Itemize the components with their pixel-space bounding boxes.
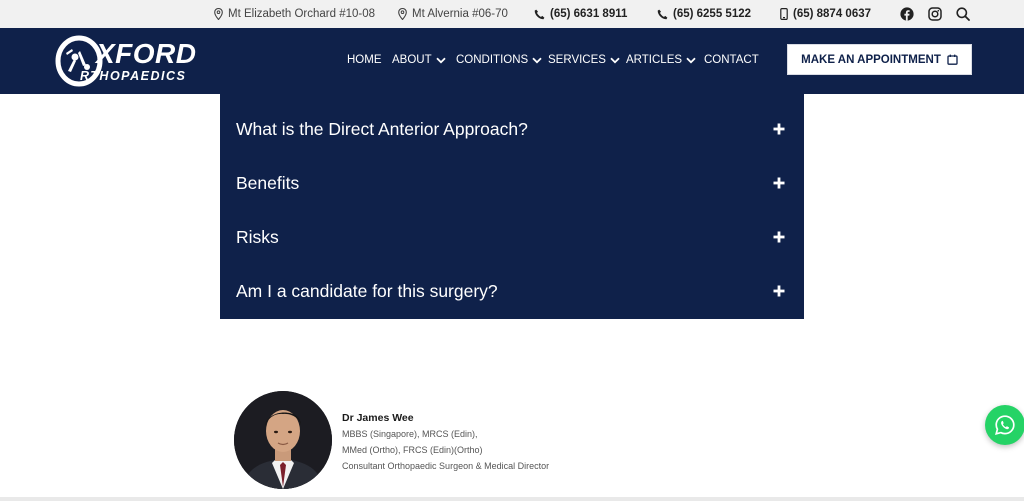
oxford-orthopaedics-logo[interactable]: XFORD RTHOPAEDICS — [54, 31, 204, 89]
accordion-item-risks[interactable]: Risks — [220, 210, 804, 264]
make-appointment-button[interactable]: MAKE AN APPOINTMENT — [787, 44, 972, 75]
map-pin-icon — [214, 8, 223, 20]
nav-services[interactable]: SERVICES — [548, 54, 620, 66]
plus-icon — [773, 285, 785, 297]
accordion-question: Risks — [236, 226, 279, 247]
location-elizabeth[interactable]: Mt Elizabeth Orchard #10-08 — [214, 0, 375, 28]
accordion-question: Am I a candidate for this surgery? — [236, 280, 498, 301]
nav-conditions[interactable]: CONDITIONS — [456, 54, 542, 66]
chevron-down-icon — [532, 57, 542, 63]
doctor-credentials-line1: MBBS (Singapore), MRCS (Edin), — [342, 429, 478, 439]
whatsapp-icon — [995, 415, 1015, 435]
phone-link-2[interactable]: (65) 6255 5122 — [657, 0, 751, 28]
chevron-down-icon — [686, 57, 696, 63]
nav-contact[interactable]: CONTACT — [704, 54, 759, 66]
plus-icon — [773, 177, 785, 189]
nav-articles-label: ARTICLES — [626, 54, 683, 66]
mobile-icon — [780, 8, 788, 20]
phone-icon — [534, 9, 545, 19]
mobile-text: (65) 8874 0637 — [793, 8, 872, 20]
plus-icon — [773, 123, 785, 135]
accordion-item-direct-anterior[interactable]: What is the Direct Anterior Approach? — [220, 102, 804, 156]
plus-icon — [773, 231, 785, 243]
whatsapp-chat-button[interactable] — [985, 405, 1024, 445]
accordion-question: Benefits — [236, 172, 300, 193]
chevron-down-icon — [610, 57, 620, 63]
calendar-icon — [947, 54, 958, 65]
phone-icon — [657, 9, 668, 19]
main-header: XFORD RTHOPAEDICS HOME ABOUT CONDITIONS … — [0, 28, 1024, 94]
nav-articles[interactable]: ARTICLES — [626, 54, 696, 66]
doctor-title: Consultant Orthopaedic Surgeon & Medical… — [342, 461, 550, 471]
doctor-credentials-line2: MMed (Ortho), FRCS (Edin)(Ortho) — [342, 445, 483, 455]
logo-subtitle: RTHOPAEDICS — [80, 69, 187, 83]
phone-link-1[interactable]: (65) 6631 8911 — [534, 0, 627, 28]
nav-contact-label: CONTACT — [704, 54, 759, 66]
location-text: Mt Elizabeth Orchard #10-08 — [228, 8, 376, 20]
nav-services-label: SERVICES — [548, 54, 606, 66]
accordion-item-benefits[interactable]: Benefits — [220, 156, 804, 210]
top-utility-bar: Mt Elizabeth Orchard #10-08 Mt Alvernia … — [0, 0, 1024, 28]
chevron-down-icon — [435, 57, 446, 63]
phone-text: (65) 6255 5122 — [673, 8, 752, 20]
nav-about-label: ABOUT — [392, 54, 432, 66]
accordion-item-candidate[interactable]: Am I a candidate for this surgery? — [220, 264, 804, 318]
nav-home-label: HOME — [347, 54, 382, 66]
doctor-avatar — [234, 391, 332, 489]
facebook-icon[interactable] — [897, 4, 917, 24]
appointment-label: MAKE AN APPOINTMENT — [801, 53, 941, 66]
accordion-question: What is the Direct Anterior Approach? — [236, 118, 528, 139]
page-bottom-divider — [0, 497, 1024, 501]
instagram-icon[interactable] — [925, 4, 945, 24]
faq-accordion: What is the Direct Anterior Approach? Be… — [220, 94, 804, 319]
location-alvernia[interactable]: Mt Alvernia #06-70 — [398, 0, 508, 28]
nav-home[interactable]: HOME — [347, 54, 382, 66]
map-pin-icon — [398, 8, 407, 20]
mobile-link[interactable]: (65) 8874 0637 — [780, 0, 871, 28]
phone-text: (65) 6631 8911 — [550, 8, 628, 20]
location-text: Mt Alvernia #06-70 — [412, 8, 508, 20]
logo-wordmark: XFORD — [96, 38, 197, 69]
nav-about[interactable]: ABOUT — [392, 54, 446, 66]
search-icon[interactable] — [953, 4, 973, 24]
doctor-name: Dr James Wee — [342, 412, 414, 424]
nav-conditions-label: CONDITIONS — [456, 54, 529, 66]
